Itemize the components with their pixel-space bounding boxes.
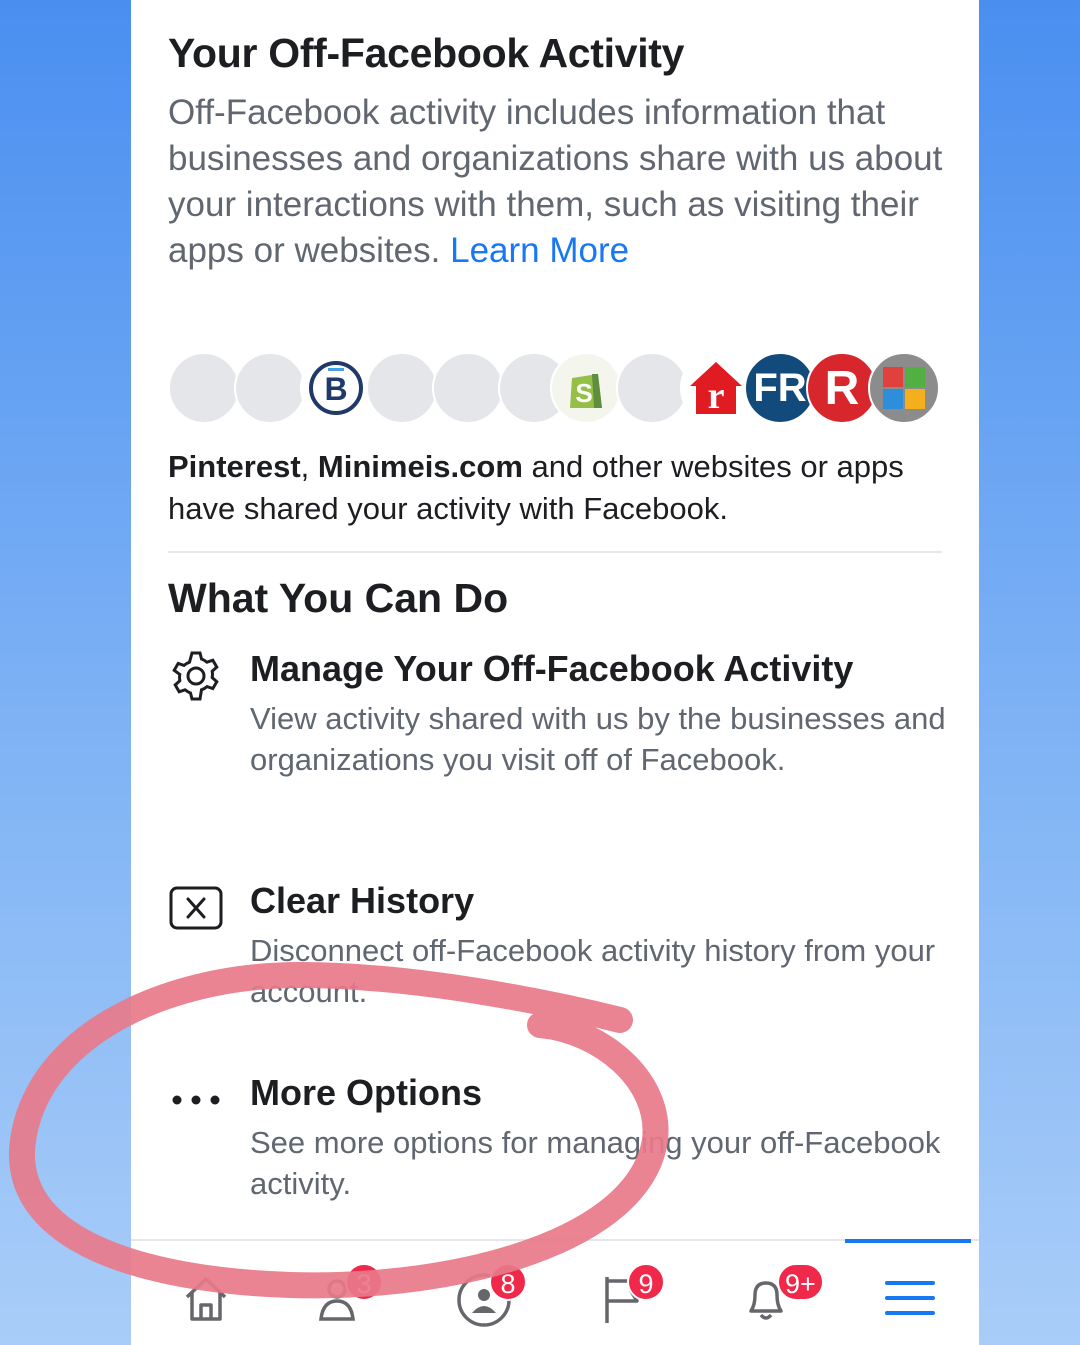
svg-text:S: S	[575, 378, 592, 408]
section-divider	[168, 551, 942, 553]
tab-notifications[interactable]: 9+	[721, 1259, 824, 1339]
blank-app-icon	[432, 352, 504, 424]
more-options-option[interactable]: More Options See more options for managi…	[168, 1072, 948, 1212]
gear-icon	[168, 648, 224, 704]
svg-text:r: r	[708, 375, 725, 417]
phone-screen: Your Off-Facebook Activity Off-Facebook …	[131, 0, 979, 1345]
clear-history-option[interactable]: Clear History Disconnect off-Facebook ac…	[168, 880, 948, 1020]
blank-app-icon	[234, 352, 306, 424]
shared-activity-text: Pinterest, Minimeis.com and other websit…	[168, 449, 904, 526]
grid-logo-icon	[868, 352, 940, 424]
tab-friends[interactable]: 3	[299, 1259, 389, 1339]
tab-menu[interactable]	[865, 1259, 955, 1339]
blank-app-icon	[366, 352, 438, 424]
bottom-tab-bar: 3 8 9 9+	[131, 1239, 979, 1345]
groups-badge: 8	[489, 1263, 527, 1301]
minimeis-name: Minimeis.com	[317, 449, 523, 484]
learn-more-link[interactable]: Learn More	[450, 231, 629, 270]
clear-history-title: Clear History	[250, 880, 475, 921]
section-title: What You Can Do	[168, 575, 509, 621]
manage-activity-option[interactable]: Manage Your Off-Facebook Activity View a…	[168, 648, 948, 828]
tab-pages[interactable]: 9	[577, 1259, 667, 1339]
realtor-logo-icon: r	[680, 352, 752, 424]
active-tab-indicator	[845, 1239, 971, 1243]
menu-icon	[885, 1281, 935, 1315]
shopify-logo-icon: S	[550, 352, 622, 424]
blank-app-icon	[616, 352, 688, 424]
more-options-title: More Options	[250, 1072, 482, 1113]
more-dots-icon	[168, 1072, 224, 1128]
pinterest-name: Pinterest	[168, 449, 301, 484]
blank-app-icon	[168, 352, 240, 424]
clear-history-description: Disconnect off-Facebook activity history…	[250, 933, 936, 1009]
more-options-description: See more options for managing your off-F…	[250, 1125, 941, 1201]
pages-badge: 9	[627, 1263, 665, 1301]
manage-activity-title: Manage Your Off-Facebook Activity	[250, 648, 854, 689]
page-description: Off-Facebook activity includes informati…	[168, 90, 948, 274]
manage-activity-description: View activity shared with us by the busi…	[250, 701, 946, 777]
tab-home[interactable]	[161, 1259, 251, 1339]
home-icon	[185, 1277, 227, 1321]
b-logo-icon: B	[300, 352, 372, 424]
shared-apps-icon-row[interactable]: B S r FR R	[168, 352, 948, 426]
page-title: Your Off-Facebook Activity	[168, 30, 685, 76]
friends-badge: 3	[345, 1263, 383, 1301]
tab-groups[interactable]: 8	[437, 1259, 527, 1339]
notifications-badge: 9+	[777, 1263, 824, 1301]
svg-text:B: B	[324, 371, 347, 407]
close-box-icon	[168, 880, 224, 936]
